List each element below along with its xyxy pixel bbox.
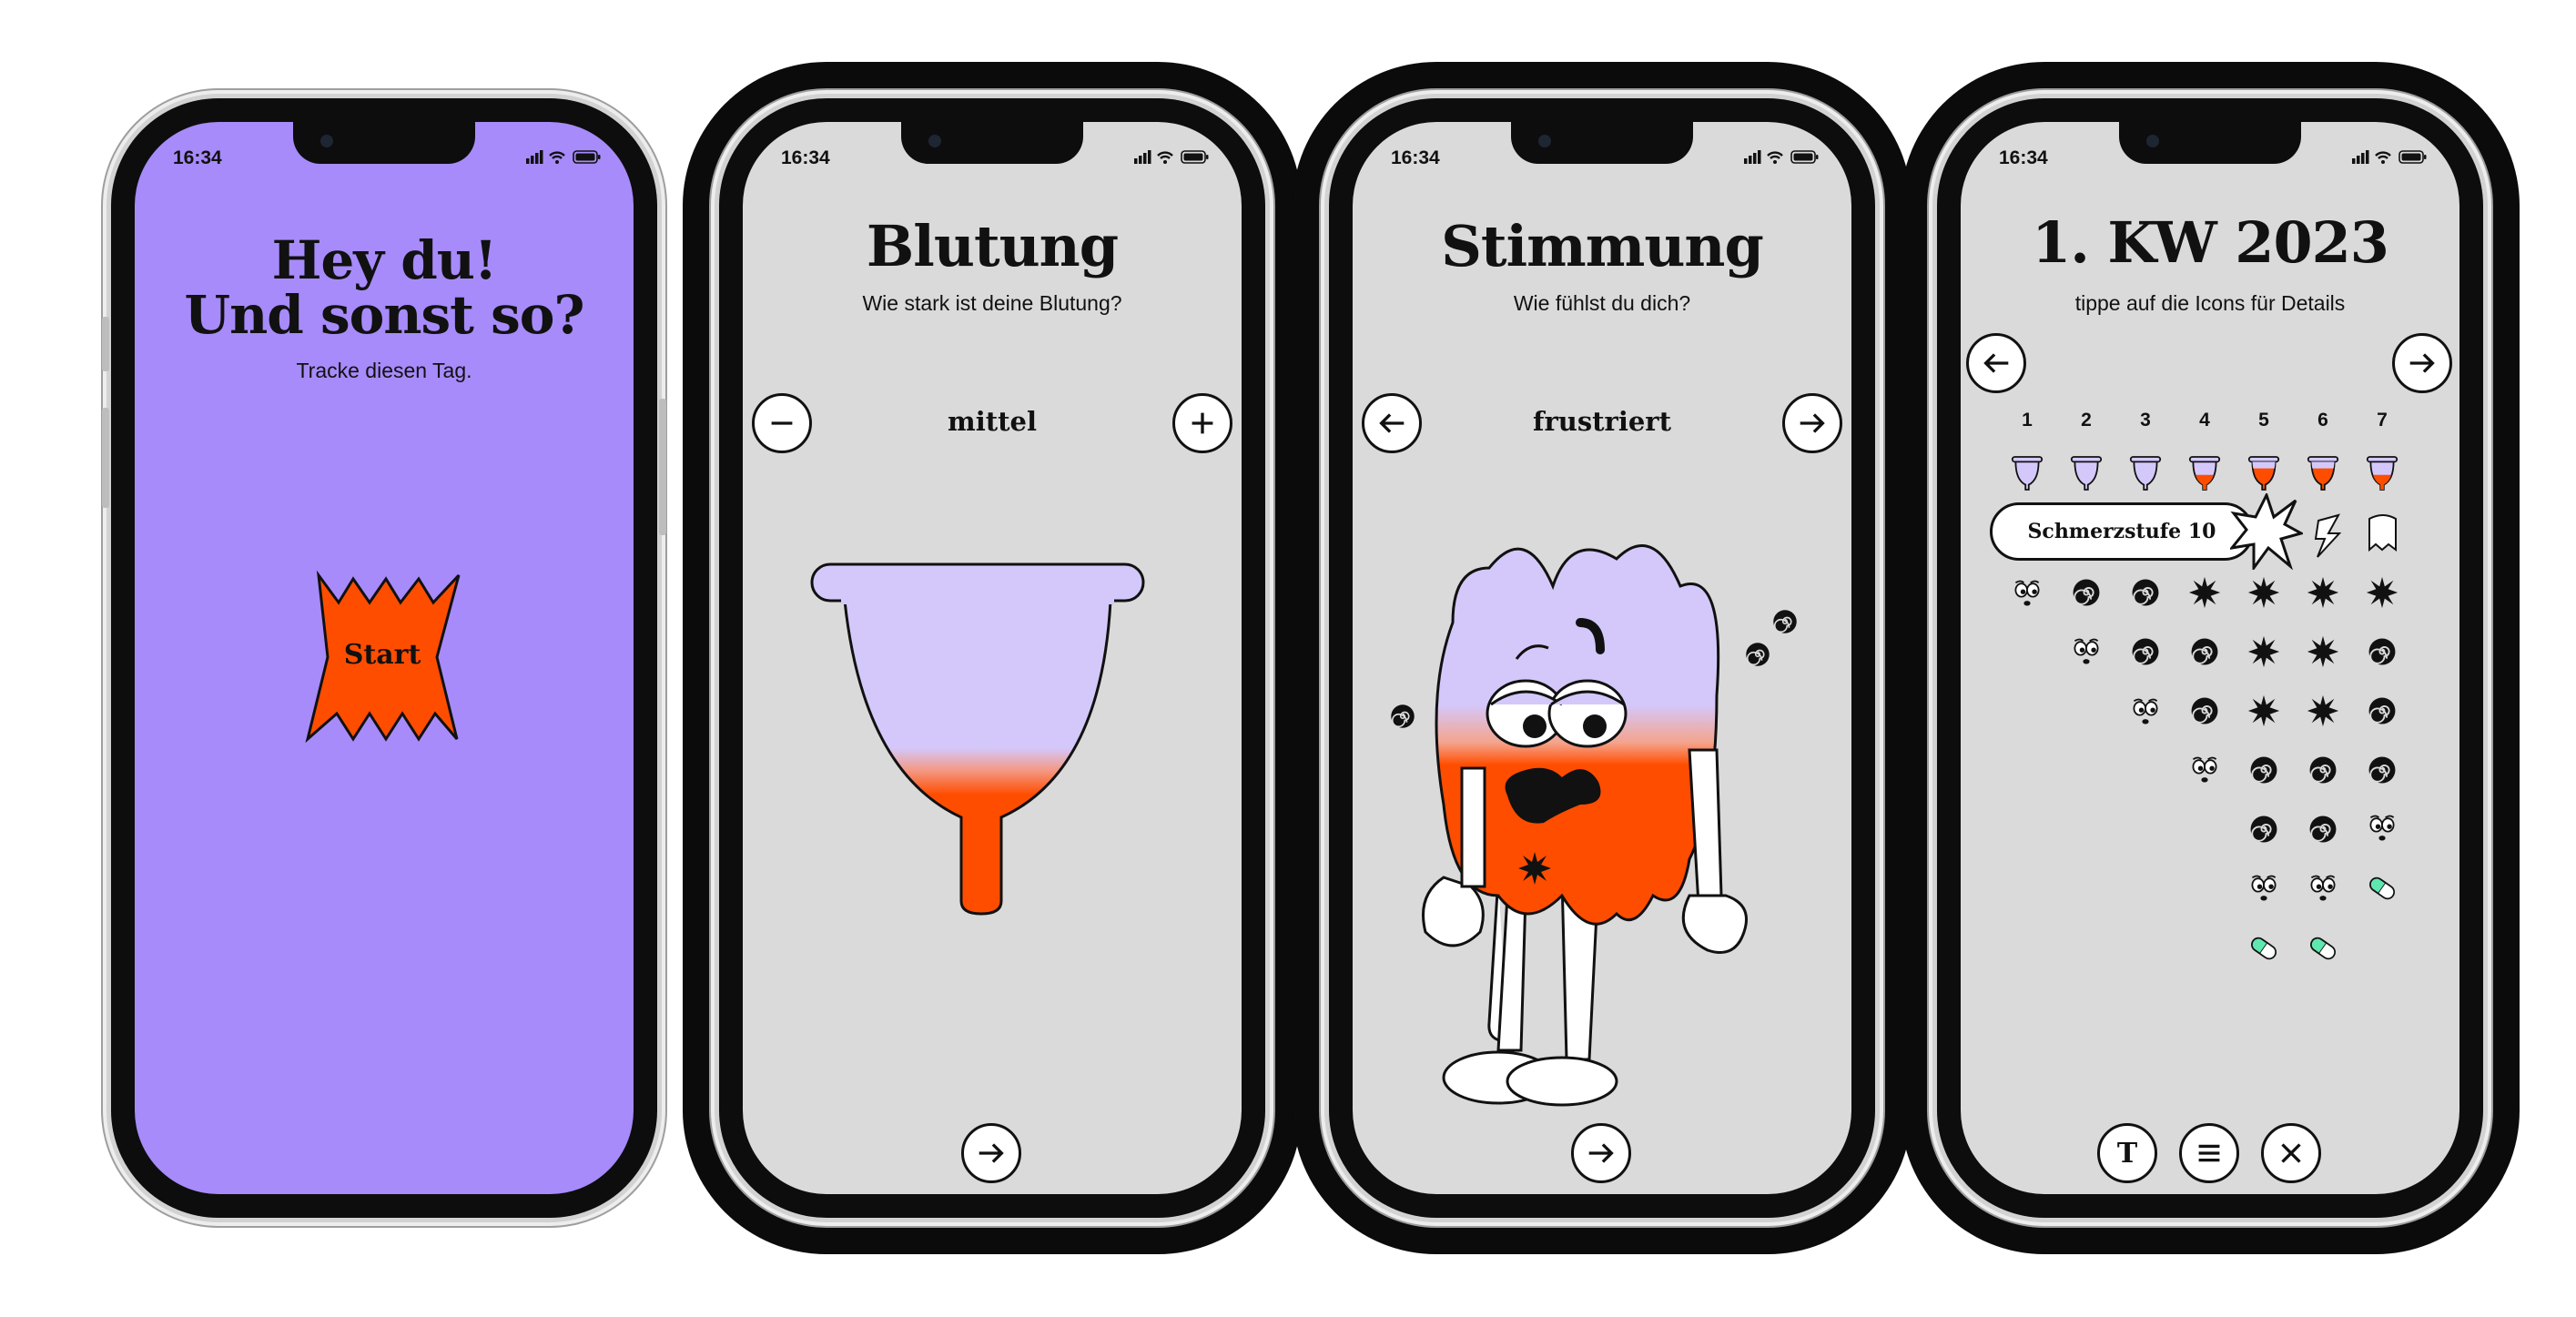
greeting-line-2: Und sonst so? [184, 284, 585, 346]
pain-burst-icon [2230, 493, 2303, 570]
mood-icon [2074, 638, 2099, 665]
bleeding-icon [2129, 456, 2162, 491]
bleeding-value: mittel [948, 406, 1037, 437]
star-icon [2247, 576, 2280, 609]
spiral-icon [2131, 637, 2160, 666]
spiral-icon [2249, 815, 2278, 844]
greeting-line-1: Hey du! [271, 229, 498, 291]
spiral-icon [2308, 755, 2338, 785]
camera [320, 135, 333, 147]
arrow-right-icon [1800, 413, 1825, 433]
menu-icon [2198, 1144, 2220, 1162]
star-icon [2247, 635, 2280, 668]
bleeding-icon [2188, 456, 2221, 491]
status-icons [526, 147, 603, 166]
next-button[interactable] [961, 1123, 1021, 1183]
star-icon [2247, 694, 2280, 727]
phone-mood: 16:34 Stimmung Wie fühlst du dich? frust… [1329, 98, 1875, 1218]
bleeding-screen: 16:34 Blutung Wie stark ist deine Blutun… [743, 122, 1242, 1194]
spiral-icon [2190, 696, 2219, 725]
text-note-button[interactable]: T [2097, 1123, 2157, 1183]
increase-button[interactable] [1172, 393, 1232, 453]
arrow-right-icon [1588, 1143, 1614, 1163]
mood-icon [2251, 875, 2277, 902]
mood-icon [2192, 756, 2217, 784]
status-time: 16:34 [781, 147, 830, 168]
arrow-right-icon [979, 1143, 1004, 1163]
greeting-subtitle: Tracke diesen Tag. [296, 359, 472, 382]
spiral-icon [1772, 609, 1798, 634]
phone-welcome: 16:34 Hey du! Und sonst so? Tracke diese… [102, 98, 666, 1218]
start-label: Start [343, 639, 421, 671]
next-button[interactable] [1571, 1123, 1631, 1183]
status-time: 16:34 [173, 147, 222, 168]
frustrated-character-illustration [1390, 543, 1798, 1107]
side-button [102, 408, 109, 508]
spiral-icon [1390, 704, 1415, 729]
pill-icon [2248, 934, 2279, 963]
spiral-icon [2368, 755, 2397, 785]
star-icon [2307, 694, 2339, 727]
pill-icon [2367, 874, 2398, 903]
lightning-icon [2314, 513, 2342, 558]
camera [1538, 135, 1551, 147]
pain-level-label: Schmerzstufe 10 [2027, 520, 2216, 543]
camera [928, 135, 941, 147]
star-icon [2188, 576, 2221, 609]
page-title: Blutung [866, 213, 1119, 279]
spiral-icon [2072, 578, 2101, 607]
bleeding-icon [2070, 456, 2103, 491]
mood-screen: 16:34 Stimmung Wie fühlst du dich? frust… [1353, 122, 1851, 1194]
mood-value: frustriert [1533, 406, 1671, 437]
plus-icon [1192, 412, 1213, 434]
close-button[interactable] [2261, 1123, 2321, 1183]
welcome-screen: 16:34 Hey du! Und sonst so? Tracke diese… [135, 122, 634, 1194]
status-time: 16:34 [1391, 147, 1440, 168]
mood-icon [2014, 580, 2040, 607]
text-icon: T [2116, 1137, 2138, 1170]
spiral-icon [2368, 696, 2397, 725]
status-icons [1134, 147, 1211, 166]
mood-icon [2369, 815, 2395, 842]
star-icon [2307, 635, 2339, 668]
ghost-icon [2368, 514, 2397, 552]
phone-week-overview: 16:34 1. KW 2023 tippe auf die Icons für… [1937, 98, 2483, 1218]
notch [901, 122, 1083, 164]
mood-icon [2310, 875, 2336, 902]
side-button [102, 317, 109, 371]
spiral-icon [2190, 637, 2219, 666]
spiral-icon [2131, 578, 2160, 607]
next-mood-button[interactable] [1782, 393, 1842, 453]
notch [293, 122, 475, 164]
mood-icon [2133, 698, 2158, 725]
bleeding-icon [2307, 456, 2339, 491]
side-button [659, 399, 666, 535]
spiral-icon [2368, 637, 2397, 666]
week-icon-grid [2011, 456, 2399, 963]
spiral-icon [2308, 815, 2338, 844]
star-icon [2307, 576, 2339, 609]
close-icon [2281, 1143, 2301, 1163]
pill-icon [2307, 934, 2338, 963]
spiral-icon [2249, 755, 2278, 785]
phone-bleeding: 16:34 Blutung Wie stark ist deine Blutun… [719, 98, 1265, 1218]
bleeding-icon [2011, 456, 2044, 491]
spiral-icon [1745, 642, 1770, 667]
page-subtitle: Wie stark ist deine Blutung? [862, 291, 1122, 315]
pain-level-tooltip[interactable]: Schmerzstufe 10 [1990, 502, 2254, 561]
status-icons [1744, 147, 1820, 166]
bleeding-icon [2366, 456, 2399, 491]
bleeding-icon [2247, 456, 2280, 491]
star-icon [2366, 576, 2399, 609]
page-subtitle: Wie fühlst du dich? [1513, 291, 1691, 315]
start-button[interactable]: Start [291, 566, 473, 748]
week-overview-screen: 16:34 1. KW 2023 tippe auf die Icons für… [1961, 122, 2459, 1194]
menu-button[interactable] [2179, 1123, 2239, 1183]
page-title: Stimmung [1441, 213, 1764, 279]
menstrual-cup-illustration [810, 562, 1145, 916]
notch [1511, 122, 1693, 164]
